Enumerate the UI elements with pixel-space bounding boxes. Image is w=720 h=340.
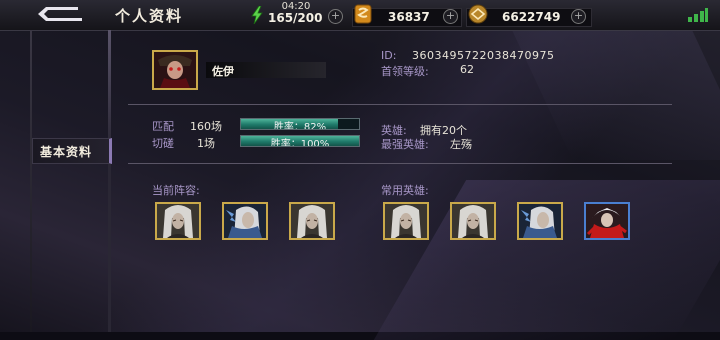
energy-value: 165/200	[268, 11, 323, 25]
white-hair-hero-portrait-icon	[385, 204, 427, 238]
match-count: 160场	[190, 120, 222, 133]
common-hero-card[interactable]	[517, 202, 563, 240]
common-hero-card[interactable]	[450, 202, 496, 240]
back-arrow-icon[interactable]	[36, 3, 84, 25]
duel-win-rate-text: 胜率：100%	[270, 139, 330, 147]
match-label: 匹配	[152, 120, 174, 133]
duel-count: 1场	[197, 137, 215, 150]
current-lineup-hero-card[interactable]	[155, 202, 201, 240]
section-divider	[128, 163, 672, 164]
player-id-label: ID:	[381, 49, 397, 62]
add-gem-button[interactable]: +	[443, 9, 458, 24]
match-win-rate-text: 胜率：82%	[273, 122, 327, 130]
side-frame-line	[30, 30, 32, 332]
red-scarf-hero-portrait-icon	[586, 204, 628, 238]
common-heroes-title: 常用英雄:	[381, 184, 429, 197]
side-frame-line	[108, 30, 111, 332]
gem-icon	[354, 4, 372, 24]
strongest-hero-value: 左殇	[450, 138, 472, 151]
tab-basic-info[interactable]: 基本资料	[32, 138, 112, 164]
top-bar: 个人资料 04:20 165/200 + 36837 + 6622749 +	[0, 0, 720, 31]
white-hair-hero-portrait-icon	[291, 204, 333, 238]
duel-label: 切磋	[152, 137, 174, 150]
signal-icon	[688, 8, 708, 22]
current-lineup-hero-card[interactable]	[289, 202, 335, 240]
blue-armor-hero-portrait-icon	[224, 204, 266, 238]
add-gold-button[interactable]: +	[571, 9, 586, 24]
common-hero-card[interactable]	[584, 202, 630, 240]
coin-icon	[468, 4, 488, 24]
current-lineup-title: 当前阵容:	[152, 184, 200, 197]
white-hair-hero-portrait-icon	[452, 204, 494, 238]
current-lineup-hero-card[interactable]	[222, 202, 268, 240]
leader-level-value: 62	[460, 63, 474, 76]
match-win-rate-bar: 胜率：82%	[240, 118, 360, 130]
blue-armor-hero-portrait-icon	[519, 204, 561, 238]
add-energy-button[interactable]: +	[328, 9, 343, 24]
avatar-portrait-icon	[154, 52, 196, 88]
page-title: 个人资料	[115, 7, 184, 25]
gold-value: 6622749	[502, 10, 561, 24]
common-hero-card[interactable]	[383, 202, 429, 240]
avatar[interactable]	[152, 50, 198, 90]
leader-level-label: 首领等级:	[381, 65, 429, 78]
strongest-hero-label: 最强英雄:	[381, 138, 429, 151]
white-hair-hero-portrait-icon	[157, 204, 199, 238]
duel-win-rate-bar: 胜率：100%	[240, 135, 360, 147]
tab-basic-info-label: 基本资料	[40, 145, 93, 159]
player-name: 佐伊	[212, 65, 234, 78]
section-divider	[128, 104, 672, 105]
gem-value: 36837	[388, 10, 430, 24]
player-id-value: 3603495722038470975	[412, 49, 555, 62]
lightning-icon	[251, 6, 263, 24]
